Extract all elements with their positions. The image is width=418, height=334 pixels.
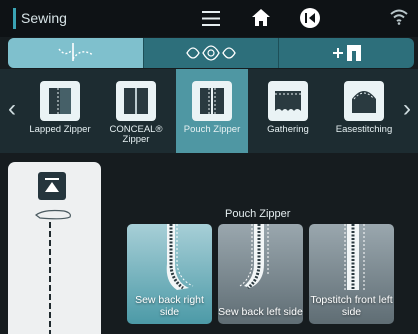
scroll-left-arrow-icon[interactable]: ‹ [5, 89, 19, 129]
stitch-lapped-zipper[interactable]: Lapped Zipper [24, 69, 96, 153]
decorative-stitch-tab[interactable] [144, 38, 280, 68]
stitch-gathering[interactable]: Gathering [252, 69, 324, 153]
stitch-label: Easestitching [335, 124, 393, 135]
stitch-label: Lapped Zipper [29, 124, 91, 135]
move-to-top-button[interactable] [38, 172, 66, 200]
stitch-label: CONCEAL® Zipper [109, 124, 163, 145]
stitch-pouch-zipper[interactable]: Pouch Zipper [176, 69, 248, 153]
stitch-preview-panel [8, 162, 101, 334]
stitch-label: Pouch Zipper [183, 124, 241, 135]
stitch-category-tabs [8, 38, 414, 68]
lapped-zipper-icon [40, 81, 80, 121]
option-sew-back-left[interactable]: Sew back left side [218, 224, 303, 324]
top-bar: Sewing [0, 0, 418, 37]
gathering-icon [268, 81, 308, 121]
option-label: Sew back right side [135, 294, 204, 318]
option-topstitch-front-left[interactable]: Topstitch front left side [309, 224, 394, 324]
zipper-topstitch-icon [344, 224, 365, 290]
menu-icon[interactable] [200, 9, 222, 33]
option-sew-back-right[interactable]: Sew back right side [127, 224, 212, 324]
add-stitch-icon [332, 45, 361, 61]
wifi-icon [390, 9, 408, 30]
back-icon[interactable] [298, 6, 322, 35]
zipper-right-side-icon [166, 224, 194, 290]
needle-stitch-icon [58, 43, 94, 61]
option-label: Sew back left side [218, 306, 303, 318]
pouch-zipper-icon [192, 81, 232, 121]
conceal-zipper-icon [116, 81, 156, 121]
move-to-top-icon [45, 178, 59, 192]
zipper-left-side-icon [239, 224, 269, 290]
stitch-easestitching[interactable]: Easestitching [328, 69, 400, 153]
needle-stitch-tab[interactable] [8, 38, 144, 68]
scroll-right-arrow-icon[interactable]: › [400, 89, 414, 129]
presser-foot-icon [34, 209, 71, 220]
stitch-label: Gathering [267, 124, 309, 135]
easestitching-icon [344, 81, 384, 121]
stitch-selection-strip: ‹ Lapped Zipper CONCEAL® Zipper Pouch Zi… [0, 69, 418, 153]
option-label: Topstitch front left side [310, 294, 393, 318]
decorative-stitch-icon [186, 45, 236, 61]
stitch-line-preview [49, 222, 51, 334]
option-section-title: Pouch Zipper [225, 208, 291, 220]
font-stitch-tab[interactable] [279, 38, 414, 68]
home-icon[interactable] [249, 6, 273, 35]
stitch-conceal-zipper[interactable]: CONCEAL® Zipper [100, 69, 172, 153]
title-accent-bar [13, 8, 16, 29]
app-title: Sewing [21, 10, 67, 26]
